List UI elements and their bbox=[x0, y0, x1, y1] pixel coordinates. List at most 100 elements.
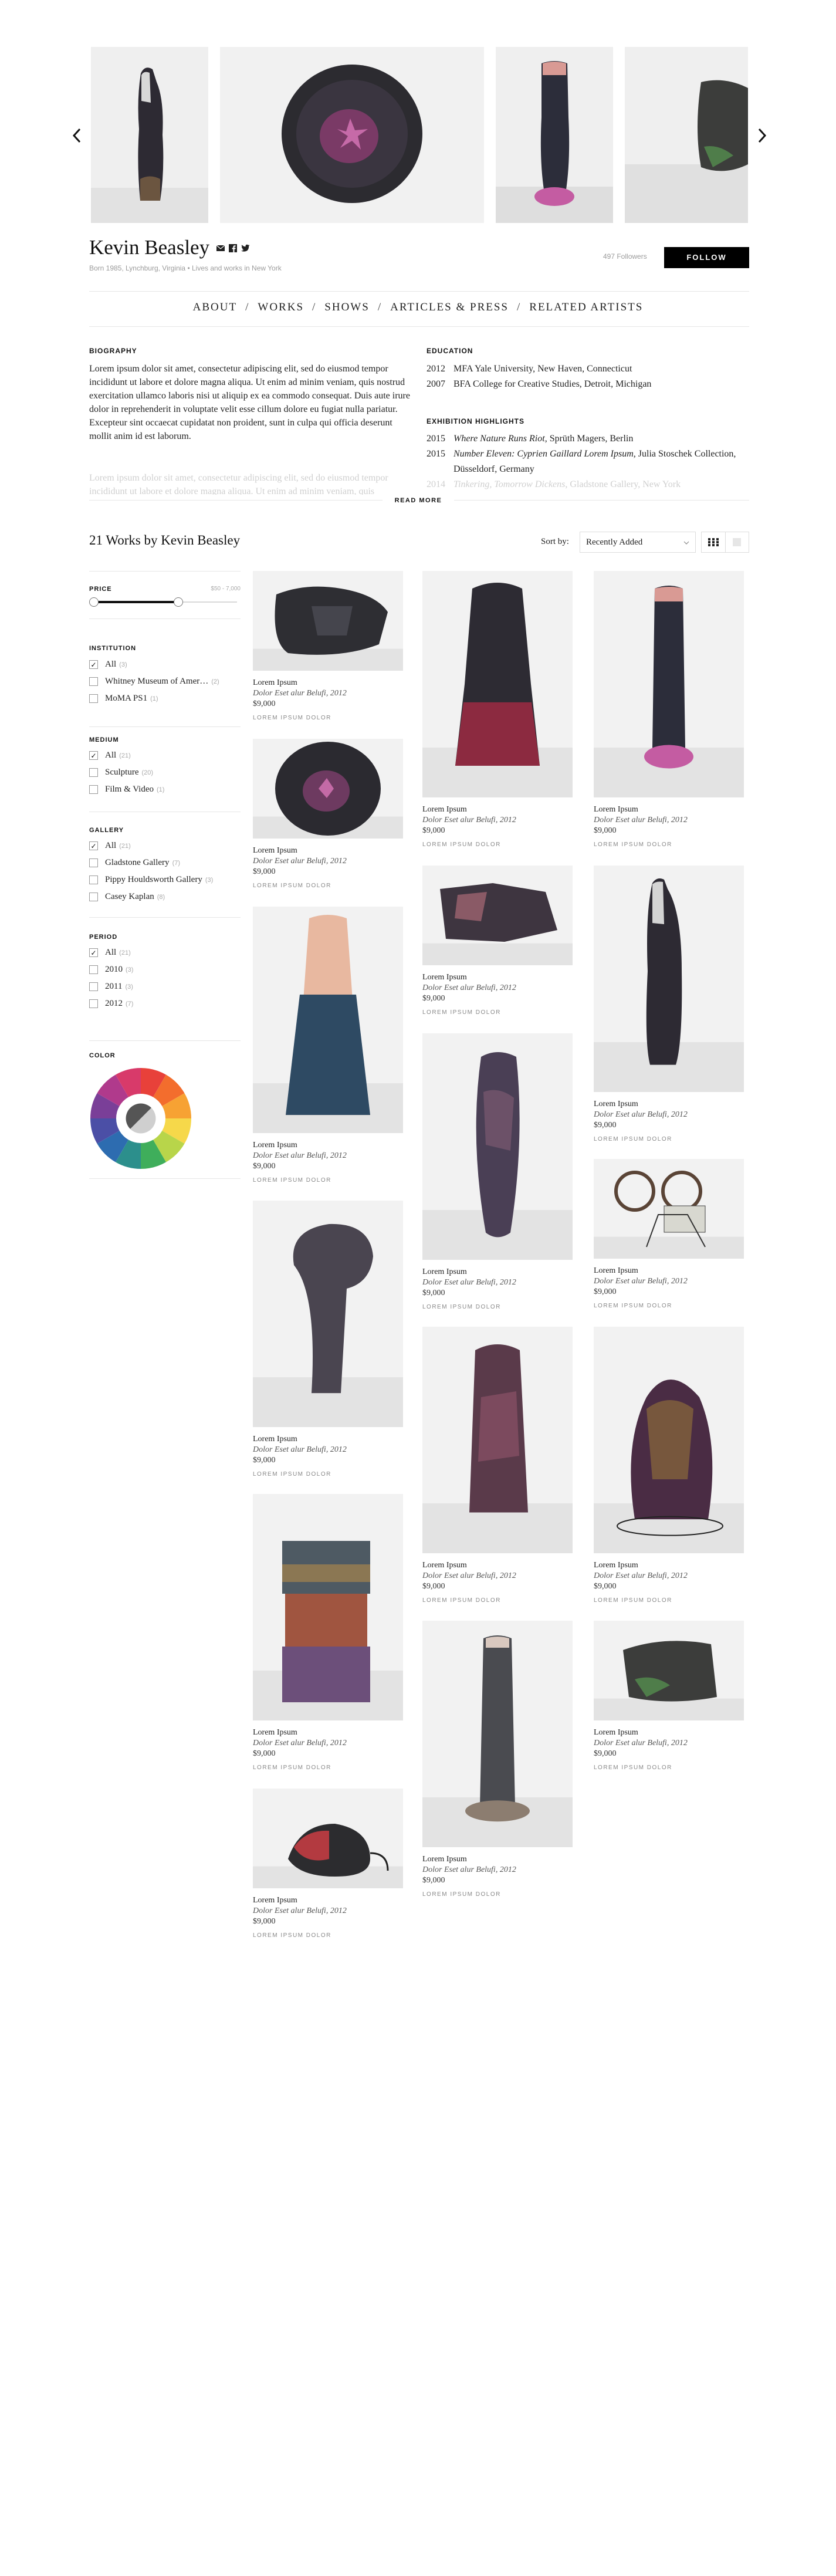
exhibition-title[interactable]: Tinkering, Tomorrow Dickens bbox=[453, 479, 565, 489]
filter-option[interactable]: Casey Kaplan (8) bbox=[89, 888, 241, 905]
artwork-image[interactable] bbox=[422, 571, 573, 797]
artwork-card[interactable]: Lorem Ipsum Dolor Eset alur Belufi, 2012 $… bbox=[594, 1621, 744, 1773]
artwork-image[interactable] bbox=[594, 571, 744, 797]
filter-option[interactable]: Sculpture (20) bbox=[89, 764, 241, 781]
artwork-title[interactable]: Lorem Ipsum bbox=[253, 1728, 403, 1738]
checkbox[interactable] bbox=[89, 893, 98, 901]
artwork-link[interactable]: LOREM IPSUM DOLOR bbox=[422, 1302, 573, 1313]
artwork-title[interactable]: Lorem Ipsum bbox=[594, 1266, 744, 1276]
artwork-link[interactable]: LOREM IPSUM DOLOR bbox=[253, 1469, 403, 1480]
artwork-card[interactable]: Lorem Ipsum Dolor Eset alur Belufi, 2012 $… bbox=[594, 866, 744, 1145]
artwork-link[interactable]: LOREM IPSUM DOLOR bbox=[422, 1008, 573, 1018]
sort-select[interactable]: Recently Added bbox=[580, 532, 696, 553]
artwork-image[interactable] bbox=[594, 1159, 744, 1259]
artwork-title[interactable]: Lorem Ipsum bbox=[594, 1560, 744, 1571]
artwork-title[interactable]: Lorem Ipsum bbox=[422, 1267, 573, 1277]
artwork-title[interactable]: Lorem Ipsum bbox=[594, 1099, 744, 1110]
list-view-button[interactable] bbox=[726, 532, 749, 552]
checkbox[interactable] bbox=[89, 785, 98, 794]
artwork-title[interactable]: Lorem Ipsum bbox=[253, 1434, 403, 1445]
artwork-image[interactable] bbox=[422, 866, 573, 965]
carousel-prev-arrow[interactable] bbox=[69, 126, 87, 146]
mail-icon[interactable] bbox=[216, 244, 225, 255]
filter-option[interactable]: 2011 (3) bbox=[89, 978, 241, 995]
twitter-icon[interactable] bbox=[241, 244, 250, 255]
checkbox[interactable] bbox=[89, 965, 98, 974]
artwork-title[interactable]: Lorem Ipsum bbox=[594, 1728, 744, 1738]
checkbox-checked[interactable]: ✓ bbox=[89, 841, 98, 850]
artwork-image[interactable] bbox=[253, 907, 403, 1133]
artwork-title[interactable]: Lorem Ipsum bbox=[422, 1560, 573, 1571]
filter-option[interactable]: 2012 (7) bbox=[89, 995, 241, 1012]
artwork-image[interactable] bbox=[422, 1621, 573, 1847]
filter-option[interactable]: ✓ All (21) bbox=[89, 944, 241, 961]
facebook-icon[interactable] bbox=[229, 244, 237, 255]
price-slider-max-handle[interactable] bbox=[174, 597, 183, 607]
filter-option[interactable]: ✓ All (21) bbox=[89, 747, 241, 764]
artwork-card[interactable]: Lorem Ipsum Dolor Eset alur Belufi, 2012 $… bbox=[253, 907, 403, 1186]
artwork-card[interactable]: Lorem Ipsum Dolor Eset alur Belufi, 2012 $… bbox=[422, 1033, 573, 1313]
artwork-link[interactable]: LOREM IPSUM DOLOR bbox=[594, 1134, 744, 1145]
artwork-image[interactable] bbox=[253, 1789, 403, 1888]
artwork-card[interactable]: Lorem Ipsum Dolor Eset alur Belufi, 2012 $… bbox=[253, 1494, 403, 1773]
artwork-image[interactable] bbox=[422, 1327, 573, 1553]
artwork-link[interactable]: LOREM IPSUM DOLOR bbox=[594, 1763, 744, 1773]
checkbox[interactable] bbox=[89, 875, 98, 884]
carousel-slide-2[interactable] bbox=[220, 47, 484, 223]
artwork-image[interactable] bbox=[594, 1327, 744, 1553]
artwork-card[interactable]: Lorem Ipsum Dolor Eset alur Belufi, 2012 $… bbox=[422, 571, 573, 850]
artwork-link[interactable]: LOREM IPSUM DOLOR bbox=[594, 1301, 744, 1311]
carousel-next-arrow[interactable] bbox=[752, 126, 770, 146]
artwork-title[interactable]: Lorem Ipsum bbox=[253, 1140, 403, 1151]
artwork-card[interactable]: Lorem Ipsum Dolor Eset alur Belufi, 2012 $… bbox=[594, 1327, 744, 1606]
artwork-link[interactable]: LOREM IPSUM DOLOR bbox=[422, 1889, 573, 1900]
price-slider-min-handle[interactable] bbox=[89, 597, 99, 607]
checkbox[interactable] bbox=[89, 677, 98, 686]
artwork-title[interactable]: Lorem Ipsum bbox=[253, 846, 403, 856]
carousel-slide-1[interactable] bbox=[91, 47, 208, 223]
artwork-card[interactable]: Lorem Ipsum Dolor Eset alur Belufi, 2012 $… bbox=[422, 866, 573, 1018]
filter-option[interactable]: Whitney Museum of Amer… (2) bbox=[89, 673, 241, 690]
exhibition-title[interactable]: Number Eleven: Cyprien Gaillard Lorem Ip… bbox=[453, 449, 634, 459]
artwork-card[interactable]: Lorem Ipsum Dolor Eset alur Belufi, 2012 $… bbox=[253, 739, 403, 891]
checkbox[interactable] bbox=[89, 694, 98, 703]
artwork-card[interactable]: Lorem Ipsum Dolor Eset alur Belufi, 2012 $… bbox=[253, 571, 403, 724]
artwork-image[interactable] bbox=[594, 866, 744, 1092]
filter-option[interactable]: 2010 (3) bbox=[89, 961, 241, 978]
nav-related-artists[interactable]: RELATED ARTISTS bbox=[529, 301, 643, 313]
artwork-image[interactable] bbox=[594, 1621, 744, 1720]
artwork-card[interactable]: Lorem Ipsum Dolor Eset alur Belufi, 2012 $… bbox=[253, 1789, 403, 1941]
artwork-title[interactable]: Lorem Ipsum bbox=[422, 972, 573, 983]
filter-option[interactable]: ✓ All (21) bbox=[89, 837, 241, 854]
filter-option[interactable]: ✓ All (3) bbox=[89, 656, 241, 673]
artwork-card[interactable]: Lorem Ipsum Dolor Eset alur Belufi, 2012 $… bbox=[594, 571, 744, 850]
artwork-image[interactable] bbox=[253, 571, 403, 671]
artwork-link[interactable]: LOREM IPSUM DOLOR bbox=[253, 1175, 403, 1186]
artwork-card[interactable]: Lorem Ipsum Dolor Eset alur Belufi, 2012 $… bbox=[422, 1621, 573, 1900]
artwork-title[interactable]: Lorem Ipsum bbox=[594, 804, 744, 815]
artwork-title[interactable]: Lorem Ipsum bbox=[422, 804, 573, 815]
artwork-title[interactable]: Lorem Ipsum bbox=[253, 1895, 403, 1906]
checkbox[interactable] bbox=[89, 982, 98, 991]
artwork-link[interactable]: LOREM IPSUM DOLOR bbox=[253, 713, 403, 724]
read-more-button[interactable]: READ MORE bbox=[383, 494, 454, 507]
exhibition-title[interactable]: Where Nature Runs Riot bbox=[453, 434, 545, 444]
artwork-image[interactable] bbox=[253, 1201, 403, 1427]
artwork-link[interactable]: LOREM IPSUM DOLOR bbox=[422, 1595, 573, 1606]
color-wheel[interactable] bbox=[89, 1067, 192, 1170]
checkbox-checked[interactable]: ✓ bbox=[89, 948, 98, 957]
nav-articles-press[interactable]: ARTICLES & PRESS bbox=[390, 301, 509, 313]
nav-works[interactable]: WORKS bbox=[258, 301, 304, 313]
follow-button[interactable]: FOLLOW bbox=[664, 247, 749, 268]
nav-about[interactable]: ABOUT bbox=[193, 301, 237, 313]
artwork-card[interactable]: Lorem Ipsum Dolor Eset alur Belufi, 2012 $… bbox=[253, 1201, 403, 1480]
filter-option[interactable]: Film & Video (1) bbox=[89, 781, 241, 798]
artwork-link[interactable]: LOREM IPSUM DOLOR bbox=[253, 1931, 403, 1941]
artwork-link[interactable]: LOREM IPSUM DOLOR bbox=[594, 1595, 744, 1606]
grid-view-button[interactable] bbox=[702, 532, 726, 552]
filter-option[interactable]: Gladstone Gallery (7) bbox=[89, 854, 241, 871]
artwork-link[interactable]: LOREM IPSUM DOLOR bbox=[422, 840, 573, 850]
artwork-link[interactable]: LOREM IPSUM DOLOR bbox=[594, 840, 744, 850]
checkbox[interactable] bbox=[89, 858, 98, 867]
carousel-slide-4[interactable] bbox=[625, 47, 748, 223]
